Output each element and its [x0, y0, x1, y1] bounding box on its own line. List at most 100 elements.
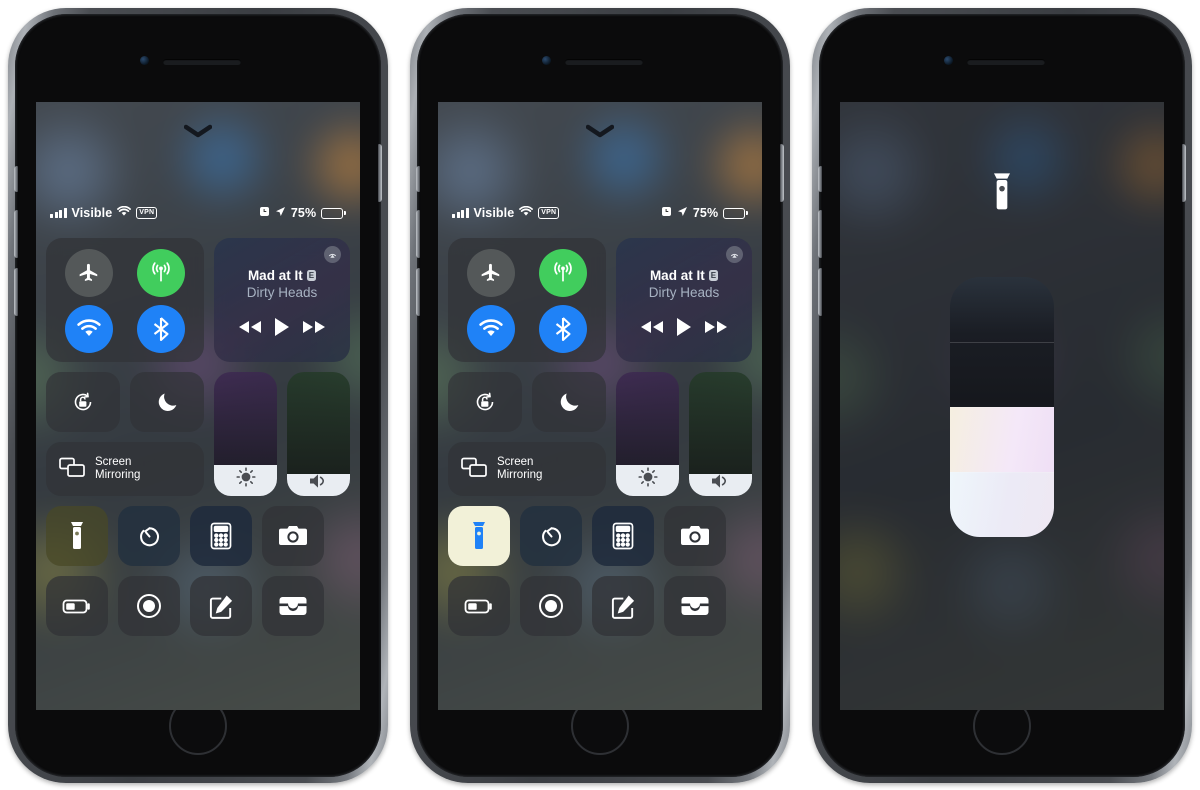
cc-row-top: Mad at It E Dirty Heads [448, 238, 752, 362]
power-button-3[interactable] [1182, 144, 1186, 202]
flashlight-divider-1 [950, 342, 1054, 343]
brightness-icon [636, 465, 660, 496]
flashlight-segment-3[interactable] [950, 407, 1054, 472]
low-power-mode-toggle[interactable] [46, 576, 108, 636]
flashlight-toggle-active[interactable] [448, 506, 510, 566]
screen-recording-toggle[interactable] [118, 576, 180, 636]
airplay-icon[interactable] [726, 246, 743, 263]
calculator-toggle[interactable] [190, 506, 252, 566]
status-bar-2: Visible VPN 75% [438, 204, 762, 222]
rewind-icon[interactable] [237, 319, 263, 340]
shortcuts-row-1 [46, 506, 350, 566]
wallet-toggle[interactable] [664, 576, 726, 636]
control-center-2: Mad at It E Dirty Heads Screen Mirroring [448, 238, 752, 646]
calculator-toggle[interactable] [592, 506, 654, 566]
wallet-toggle[interactable] [262, 576, 324, 636]
track-title-row: Mad at It E [628, 268, 740, 283]
power-button-2[interactable] [780, 144, 784, 202]
volume-slider[interactable] [287, 372, 350, 496]
timer-toggle[interactable] [118, 506, 180, 566]
volume-fill [287, 473, 350, 496]
airplane-mode-toggle[interactable] [65, 249, 113, 297]
volume-fill [689, 473, 752, 496]
now-playing-module: Mad at It E Dirty Heads [616, 238, 752, 362]
wifi-toggle[interactable] [467, 305, 515, 353]
flashlight-toggle[interactable] [46, 506, 108, 566]
vpn-badge: VPN [136, 207, 158, 219]
track-title: Mad at It [247, 268, 303, 283]
cellular-data-toggle[interactable] [539, 249, 587, 297]
track-title: Mad at It [649, 268, 705, 283]
front-camera-3 [944, 56, 953, 65]
iphone-device-1: Visible VPN 75% Mad at It E Dirty Heads … [8, 8, 388, 783]
volume-down-button-2[interactable] [416, 268, 420, 316]
cellular-data-toggle[interactable] [137, 249, 185, 297]
device-glass-3 [818, 14, 1186, 777]
toggle-pair [448, 372, 606, 432]
volume-up-button-2[interactable] [416, 210, 420, 258]
screen-3 [840, 102, 1164, 710]
bluetooth-toggle[interactable] [539, 305, 587, 353]
battery-percent-label: 75% [290, 206, 317, 220]
flashlight-segment-4[interactable] [950, 472, 1054, 537]
screen-mirroring-label: Screen Mirroring [95, 456, 141, 481]
airplane-mode-toggle[interactable] [467, 249, 515, 297]
flashlight-brightness-slider[interactable] [950, 277, 1054, 537]
rewind-icon[interactable] [639, 319, 665, 340]
volume-down-button-1[interactable] [14, 268, 18, 316]
airplay-icon[interactable] [324, 246, 341, 263]
ringer-switch-3[interactable] [818, 166, 822, 192]
play-icon[interactable] [273, 317, 291, 342]
volume-slider[interactable] [689, 372, 752, 496]
calculator-icon [612, 522, 634, 550]
iphone-device-3 [812, 8, 1192, 783]
vpn-badge: VPN [538, 207, 560, 219]
explicit-badge: E [708, 270, 719, 281]
brightness-fill [616, 465, 679, 496]
screen-recording-toggle[interactable] [520, 576, 582, 636]
battery-percent-label: 75% [692, 206, 719, 220]
ringer-switch-1[interactable] [14, 166, 18, 192]
ringer-switch-2[interactable] [416, 166, 420, 192]
camera-toggle[interactable] [262, 506, 324, 566]
volume-up-button-3[interactable] [818, 210, 822, 258]
screen-mirroring-button[interactable]: Screen Mirroring [46, 442, 204, 496]
volume-down-button-3[interactable] [818, 268, 822, 316]
wifi-toggle[interactable] [65, 305, 113, 353]
status-bar-1: Visible VPN 75% [36, 204, 360, 222]
camera-toggle[interactable] [664, 506, 726, 566]
low-power-mode-toggle[interactable] [448, 576, 510, 636]
rotation-lock-toggle[interactable] [448, 372, 522, 432]
chevron-down-icon[interactable] [586, 124, 614, 138]
location-arrow-icon [677, 206, 688, 220]
brightness-slider[interactable] [616, 372, 679, 496]
flashlight-icon [473, 522, 485, 549]
front-camera-2 [542, 56, 551, 65]
signal-bars-icon [50, 208, 67, 218]
battery-icon [62, 599, 90, 613]
brightness-slider[interactable] [214, 372, 277, 496]
track-artist: Dirty Heads [648, 285, 720, 300]
flashlight-divider-3 [950, 472, 1054, 473]
play-icon[interactable] [675, 317, 693, 342]
do-not-disturb-toggle[interactable] [130, 372, 204, 432]
flashlight-divider-2 [950, 407, 1054, 408]
fast-forward-icon[interactable] [301, 319, 327, 340]
power-button-1[interactable] [378, 144, 382, 202]
shortcuts-row-2 [46, 576, 350, 636]
volume-up-button-1[interactable] [14, 210, 18, 258]
timer-toggle[interactable] [520, 506, 582, 566]
screen-mirroring-button[interactable]: Screen Mirroring [448, 442, 606, 496]
track-artist: Dirty Heads [246, 285, 318, 300]
battery-icon [321, 207, 346, 219]
fast-forward-icon[interactable] [703, 319, 729, 340]
do-not-disturb-toggle[interactable] [532, 372, 606, 432]
rotation-lock-toggle[interactable] [46, 372, 120, 432]
calculator-icon [210, 522, 232, 550]
bluetooth-toggle[interactable] [137, 305, 185, 353]
notes-toggle[interactable] [190, 576, 252, 636]
record-icon [539, 594, 563, 618]
notes-toggle[interactable] [592, 576, 654, 636]
brightness-fill [214, 465, 277, 496]
chevron-down-icon[interactable] [184, 124, 212, 138]
